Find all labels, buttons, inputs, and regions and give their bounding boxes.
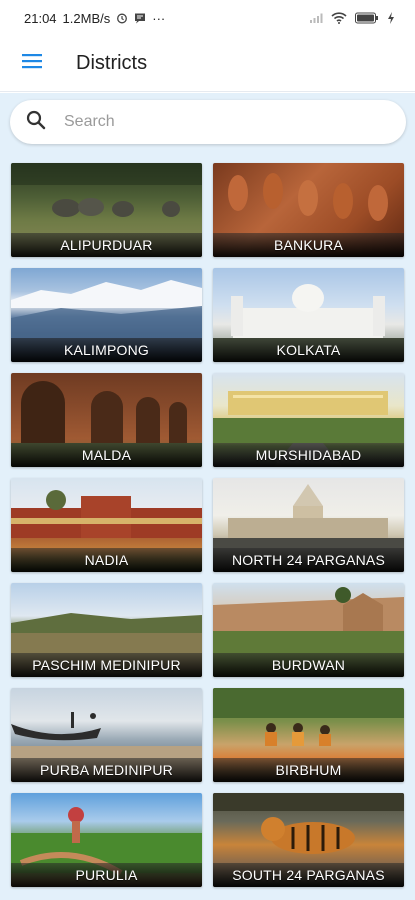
district-name: BURDWAN [271,657,346,673]
district-tile-north-24-parganas[interactable]: NORTH 24 PARGANAS [213,478,404,572]
district-grid: ALIPURDUAR BANKURA KALIMPONG KOLKATA MAL… [11,163,405,887]
district-tile-malda[interactable]: MALDA [11,373,202,467]
district-label-bar: PURBA MEDINIPUR [11,758,202,782]
district-name: KOLKATA [276,342,341,358]
district-tile-birbhum[interactable]: BIRBHUM [213,688,404,782]
district-label-bar: PURULIA [11,863,202,887]
district-name: NORTH 24 PARGANAS [231,552,386,568]
main-content: ALIPURDUAR BANKURA KALIMPONG KOL [0,93,415,900]
district-name: MURSHIDABAD [255,447,362,463]
district-name: NADIA [84,552,129,568]
page-title: Districts [76,52,148,74]
search-input[interactable] [64,113,364,131]
status-right [309,12,395,24]
district-label-bar: BIRBHUM [213,758,404,782]
district-name: BIRBHUM [275,762,342,778]
district-tile-purulia[interactable]: PURULIA [11,793,202,887]
district-label-bar: MURSHIDABAD [213,443,404,467]
status-bar: 21:04 1.2MB/s ··· [0,0,415,36]
battery-icon [355,12,379,24]
district-label-bar: KALIMPONG [11,338,202,362]
district-name: BANKURA [273,237,344,253]
district-tile-south-24-parganas[interactable]: SOUTH 24 PARGANAS [213,793,404,887]
charging-icon [387,12,395,24]
district-label-bar: PASCHIM MEDINIPUR [11,653,202,677]
status-network-speed: 1.2MB/s [62,10,111,26]
district-name: KALIMPONG [63,342,150,358]
district-label-bar: BURDWAN [213,653,404,677]
district-label-bar: BANKURA [213,233,404,257]
district-label-bar: MALDA [11,443,202,467]
district-tile-burdwan[interactable]: BURDWAN [213,583,404,677]
district-tile-murshidabad[interactable]: MURSHIDABAD [213,373,404,467]
district-label-bar: NORTH 24 PARGANAS [213,548,404,572]
menu-button[interactable] [0,36,64,92]
district-tile-alipurduar[interactable]: ALIPURDUAR [11,163,202,257]
district-name: PURULIA [75,867,138,883]
district-name: PASCHIM MEDINIPUR [32,657,181,673]
wifi-icon [331,12,347,24]
district-tile-kolkata[interactable]: KOLKATA [213,268,404,362]
district-label-bar: SOUTH 24 PARGANAS [213,863,404,887]
district-name: MALDA [81,447,132,463]
signal-icon [309,12,323,24]
district-label-bar: NADIA [11,548,202,572]
status-left: 21:04 1.2MB/s ··· [24,11,165,26]
district-label-bar: KOLKATA [213,338,404,362]
district-tile-paschim-medinipur[interactable]: PASCHIM MEDINIPUR [11,583,202,677]
district-tile-purba-medinipur[interactable]: PURBA MEDINIPUR [11,688,202,782]
search-bar[interactable] [10,100,406,144]
district-name: ALIPURDUAR [60,237,153,253]
district-tile-bankura[interactable]: BANKURA [213,163,404,257]
district-name: SOUTH 24 PARGANAS [232,867,385,883]
hamburger-menu-icon [22,53,42,74]
app-bar: Districts [0,36,415,92]
district-tile-nadia[interactable]: NADIA [11,478,202,572]
district-name: PURBA MEDINIPUR [40,762,173,778]
search-icon [26,110,46,135]
district-label-bar: ALIPURDUAR [11,233,202,257]
alarm-icon [116,12,128,24]
district-tile-kalimpong[interactable]: KALIMPONG [11,268,202,362]
message-icon [134,12,146,24]
status-time: 21:04 [24,10,57,26]
status-more-icon: ··· [152,10,166,26]
